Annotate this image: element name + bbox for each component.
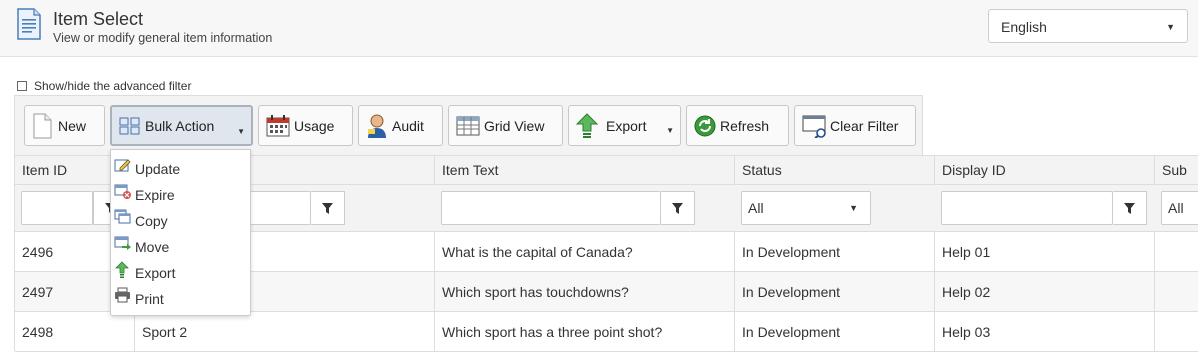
column-header-item-text[interactable]: Item Text — [435, 156, 735, 184]
chevron-down-icon: ▼ — [849, 203, 858, 213]
usage-button[interactable]: Usage — [258, 105, 353, 146]
sub-filter-select[interactable]: All — [1161, 191, 1198, 225]
usage-label: Usage — [294, 117, 335, 134]
menu-item-label: Move — [135, 239, 170, 255]
cell-item-text: Which sport has a three point shot? — [435, 312, 735, 351]
column-header-display-id[interactable]: Display ID — [935, 156, 1155, 184]
cell-status: In Development — [735, 232, 935, 271]
menu-item-label: Copy — [135, 213, 168, 229]
menu-item-copy[interactable]: Copy — [111, 207, 250, 233]
export-button[interactable]: Export ▼ — [568, 105, 681, 146]
sub-filter-value: All — [1168, 200, 1184, 216]
clear-filter-icon — [802, 115, 826, 138]
person-icon — [368, 114, 386, 138]
page-header: Item Select View or modify general item … — [0, 0, 1198, 57]
clear-filter-label: Clear Filter — [830, 117, 899, 134]
chevron-down-icon: ▼ — [237, 127, 245, 136]
bulk-action-button[interactable]: Bulk Action ▼ — [110, 105, 253, 146]
table-icon — [456, 116, 480, 135]
menu-item-label: Expire — [135, 187, 175, 203]
advanced-filter-toggle[interactable]: Show/hide the advanced filter — [17, 79, 191, 93]
edit-icon — [114, 159, 131, 172]
table-row[interactable]: 2498 Sport 2 Which sport has a three poi… — [15, 312, 1198, 352]
copy-icon — [114, 209, 131, 224]
printer-icon — [115, 287, 130, 303]
refresh-icon — [694, 115, 716, 136]
new-button[interactable]: New — [24, 105, 105, 146]
filter-icon[interactable] — [311, 191, 345, 225]
clear-filter-button[interactable]: Clear Filter — [794, 105, 916, 146]
menu-item-update[interactable]: Update — [111, 155, 250, 181]
grid-blocks-icon — [119, 117, 140, 134]
refresh-label: Refresh — [720, 117, 770, 134]
language-value: English — [1001, 19, 1047, 35]
column-header-status[interactable]: Status — [735, 156, 935, 184]
expire-icon — [114, 184, 131, 199]
menu-item-move[interactable]: Move — [111, 233, 250, 259]
page-title: Item Select — [53, 9, 144, 29]
cell-name: Sport 2 — [135, 312, 435, 351]
cell-display-id: Help 01 — [935, 232, 1155, 271]
cell-item-text: Which sport has touchdowns? — [435, 272, 735, 311]
language-select[interactable]: English ▼ — [988, 9, 1188, 43]
audit-button[interactable]: Audit — [358, 105, 443, 146]
chevron-down-icon: ▼ — [1166, 22, 1175, 32]
cell-item-text: What is the capital of Canada? — [435, 232, 735, 271]
filter-icon[interactable] — [1113, 191, 1147, 225]
toolbar: New Bulk Action ▼ Usage Audit Grid View … — [14, 95, 923, 155]
export-label: Export — [606, 117, 647, 134]
advanced-filter-checkbox[interactable] — [17, 81, 27, 91]
cell-item-id: 2498 — [15, 312, 135, 351]
menu-item-label: Update — [135, 161, 181, 177]
status-filter-value: All — [748, 200, 764, 216]
bulk-action-menu: Update Expire Copy Move Export Print — [110, 149, 251, 316]
column-header-sub[interactable]: Sub — [1155, 156, 1198, 184]
calendar-icon — [266, 114, 290, 136]
cell-display-id: Help 02 — [935, 272, 1155, 311]
grid-view-label: Grid View — [484, 117, 545, 134]
menu-item-expire[interactable]: Expire — [111, 181, 250, 207]
menu-item-export[interactable]: Export — [111, 259, 250, 285]
cell-status: In Development — [735, 272, 935, 311]
grid-view-button[interactable]: Grid View — [448, 105, 563, 146]
cell-status: In Development — [735, 312, 935, 351]
menu-item-label: Print — [135, 291, 164, 307]
new-button-label: New — [58, 117, 87, 134]
display-id-filter-input[interactable] — [941, 191, 1113, 225]
cell-display-id: Help 03 — [935, 312, 1155, 351]
item-text-filter-input[interactable] — [441, 191, 661, 225]
chevron-down-icon: ▼ — [666, 126, 674, 135]
bulk-action-label: Bulk Action — [145, 117, 215, 134]
move-icon — [114, 236, 131, 250]
status-filter-select[interactable]: All ▼ — [741, 191, 871, 225]
export-arrow-icon — [115, 261, 129, 278]
document-icon — [17, 8, 41, 40]
page-subtitle: View or modify general item information — [53, 31, 273, 45]
filter-icon[interactable] — [661, 191, 695, 225]
audit-label: Audit — [392, 117, 424, 134]
export-arrow-icon — [575, 112, 599, 138]
new-document-icon — [33, 113, 52, 138]
menu-item-print[interactable]: Print — [111, 285, 250, 311]
item-id-filter-input[interactable] — [21, 191, 93, 225]
menu-item-label: Export — [135, 265, 176, 281]
advanced-filter-label: Show/hide the advanced filter — [34, 79, 192, 93]
refresh-button[interactable]: Refresh — [686, 105, 789, 146]
